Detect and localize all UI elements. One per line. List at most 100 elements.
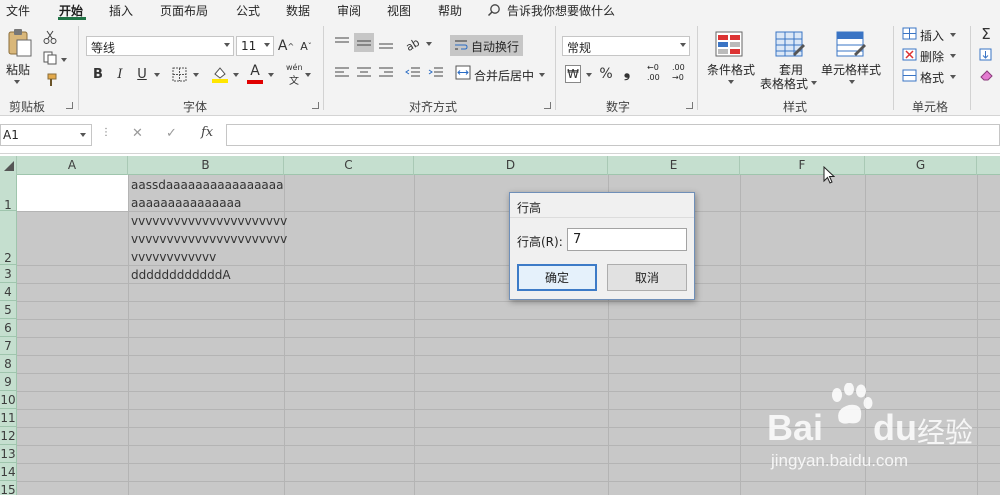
row-header-4[interactable]: 4 (0, 283, 17, 301)
align-right-icon[interactable] (378, 66, 394, 80)
currency-dropdown-caret[interactable] (586, 73, 592, 77)
menu-view[interactable]: 视图 (387, 2, 411, 19)
fill-color-dropdown-caret[interactable] (233, 73, 239, 77)
name-box[interactable]: A1 (0, 124, 92, 146)
menu-help[interactable]: 帮助 (438, 2, 462, 19)
phonetic-dropdown-caret[interactable] (305, 73, 311, 77)
column-header-c[interactable]: C (284, 156, 414, 175)
column-header-e[interactable]: E (608, 156, 740, 175)
select-all-corner[interactable] (0, 156, 17, 175)
autosum-button[interactable]: Σ (978, 25, 994, 43)
number-launcher[interactable] (686, 102, 693, 109)
bold-button[interactable]: B (90, 64, 106, 84)
format-as-table-icon[interactable] (775, 30, 805, 60)
cell-styles-label[interactable]: 单元格样式 (821, 61, 881, 78)
formula-input[interactable] (226, 124, 1000, 146)
phonetic-bottom[interactable]: 文 (289, 72, 299, 87)
increase-indent-icon[interactable] (428, 66, 444, 80)
enter-entry-icon[interactable]: ✓ (166, 126, 177, 141)
insert-function-icon[interactable]: fx (201, 125, 213, 140)
grow-font-button[interactable]: A ^ (278, 36, 294, 56)
clipboard-launcher[interactable] (66, 102, 73, 109)
row-height-input[interactable]: 7 (567, 228, 687, 251)
menu-review[interactable]: 审阅 (337, 2, 361, 19)
conditional-formatting-caret[interactable] (728, 80, 734, 84)
column-header-b[interactable]: B (128, 156, 284, 175)
row-header-15[interactable]: 15 (0, 481, 17, 495)
orientation-dropdown-caret[interactable] (426, 42, 432, 46)
copy-dropdown-caret[interactable] (61, 58, 67, 62)
insert-cells-label[interactable]: 插入 (920, 27, 944, 44)
orientation-icon[interactable]: ab (405, 35, 423, 51)
row-header-13[interactable]: 13 (0, 445, 17, 463)
font-color-glyph[interactable]: A (247, 62, 263, 80)
paste-icon[interactable] (6, 28, 34, 58)
increase-decimal-button[interactable]: ←0 .00 (645, 63, 667, 85)
cell-styles-caret[interactable] (849, 80, 855, 84)
column-header-g[interactable]: G (865, 156, 977, 175)
borders-dropdown-caret[interactable] (193, 73, 199, 77)
menu-file[interactable]: 文件 (6, 2, 30, 19)
borders-icon[interactable] (172, 67, 188, 83)
column-header-f[interactable]: F (740, 156, 865, 175)
font-color-dropdown-caret[interactable] (268, 73, 274, 77)
delete-cells-icon[interactable] (902, 48, 918, 62)
clear-icon[interactable] (979, 68, 995, 82)
copy-icon[interactable] (43, 51, 57, 65)
insert-cells-icon[interactable] (902, 27, 918, 41)
align-bottom-icon[interactable] (378, 36, 394, 50)
format-cells-caret[interactable] (950, 75, 956, 79)
row-header-7[interactable]: 7 (0, 337, 17, 355)
row-header-8[interactable]: 8 (0, 355, 17, 373)
column-header-next[interactable] (977, 156, 1000, 175)
row-header-12[interactable]: 12 (0, 427, 17, 445)
column-header-d[interactable]: D (414, 156, 608, 175)
menu-page-layout[interactable]: 页面布局 (160, 2, 208, 19)
row-header-9[interactable]: 9 (0, 373, 17, 391)
row-header-3[interactable]: 3 (0, 265, 17, 283)
format-cells-icon[interactable] (902, 69, 918, 83)
name-box-arrow[interactable] (80, 133, 86, 137)
row-header-6[interactable]: 6 (0, 319, 17, 337)
merge-center-label[interactable]: 合并后居中 (474, 67, 534, 84)
conditional-formatting-icon[interactable] (715, 30, 745, 60)
cancel-entry-icon[interactable]: ✕ (132, 126, 143, 141)
number-format-select[interactable]: 常规 (562, 36, 690, 56)
align-left-icon[interactable] (334, 66, 350, 80)
paste-dropdown-caret[interactable] (14, 80, 20, 84)
wrap-text-button[interactable]: 自动换行 (450, 35, 523, 56)
underline-dropdown-caret[interactable] (154, 73, 160, 77)
alignment-launcher[interactable] (544, 102, 551, 109)
fill-icon[interactable] (979, 48, 993, 62)
row-header-1[interactable]: 1 (0, 175, 17, 211)
menu-formulas[interactable]: 公式 (236, 2, 260, 19)
conditional-formatting-label[interactable]: 条件格式 (707, 61, 755, 78)
underline-button[interactable]: U (134, 64, 150, 84)
formula-bar-grip-icon[interactable]: ⋮ (101, 127, 111, 138)
row-header-14[interactable]: 14 (0, 463, 17, 481)
cell-styles-icon[interactable] (836, 30, 866, 60)
row-header-10[interactable]: 10 (0, 391, 17, 409)
menu-insert[interactable]: 插入 (109, 2, 133, 19)
percent-button[interactable]: % (598, 64, 614, 84)
align-center-icon[interactable] (356, 66, 372, 80)
italic-button[interactable]: I (112, 64, 128, 84)
fill-color-icon[interactable] (211, 65, 229, 83)
font-name-select[interactable]: 等线 (86, 36, 234, 56)
tell-me-box[interactable]: 告诉我你想要做什么 (507, 2, 615, 19)
shrink-font-button[interactable]: Aˇ (298, 36, 314, 56)
align-middle-button[interactable] (354, 33, 374, 52)
currency-button[interactable]: ₩ (565, 65, 581, 83)
format-painter-icon[interactable] (43, 73, 57, 87)
row-header-5[interactable]: 5 (0, 301, 17, 319)
merge-center-dropdown-caret[interactable] (539, 73, 545, 77)
row-header-11[interactable]: 11 (0, 409, 17, 427)
decrease-indent-icon[interactable] (405, 66, 421, 80)
decrease-decimal-button[interactable]: .00 →0 (670, 63, 692, 85)
cancel-button[interactable]: 取消 (607, 264, 687, 291)
comma-button[interactable]: ❟ (620, 62, 634, 82)
paste-label[interactable]: 粘贴 (6, 61, 30, 78)
column-header-a[interactable]: A (17, 156, 128, 175)
menu-data[interactable]: 数据 (286, 2, 310, 19)
ok-button[interactable]: 确定 (517, 264, 597, 291)
